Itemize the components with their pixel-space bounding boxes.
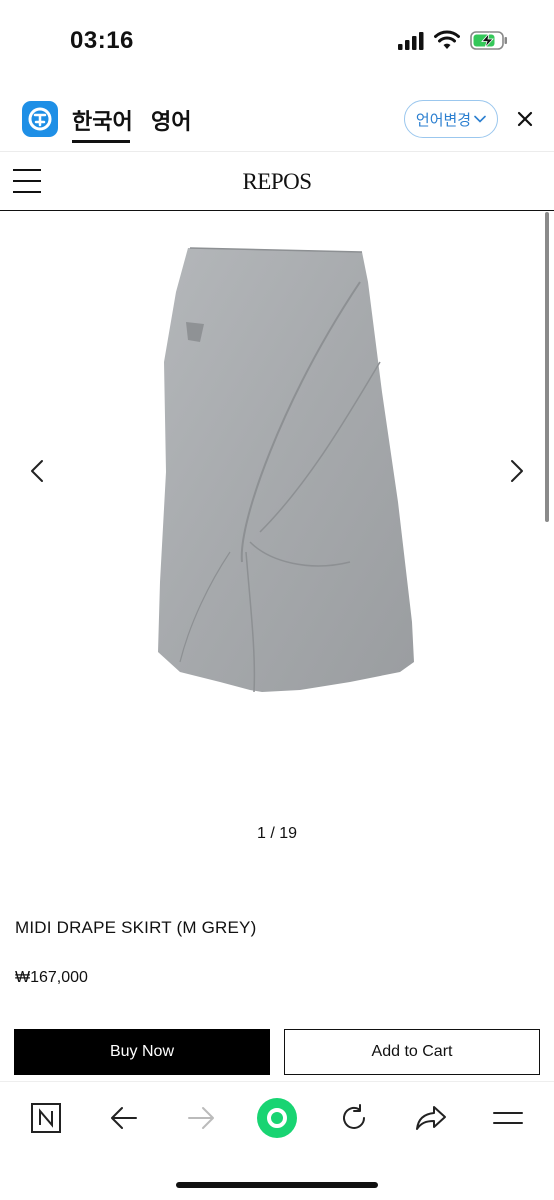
browser-toolbar — [0, 1081, 554, 1200]
battery-charging-icon — [470, 31, 507, 50]
image-counter: 1 / 19 — [256, 825, 298, 842]
reload-icon[interactable] — [334, 1098, 374, 1138]
n-square-icon[interactable] — [26, 1098, 66, 1138]
next-image-arrow-icon[interactable] — [506, 458, 528, 484]
previous-image-arrow-icon[interactable] — [26, 458, 48, 484]
tab-korean[interactable]: 한국어 — [72, 104, 133, 136]
status-time: 03:16 — [70, 27, 134, 54]
site-header: REPOS — [0, 153, 554, 211]
add-to-cart-button[interactable]: Add to Cart — [284, 1029, 540, 1075]
product-gallery[interactable] — [0, 212, 554, 812]
share-icon[interactable] — [411, 1098, 451, 1138]
brand-logo[interactable]: REPOS — [0, 169, 554, 195]
active-tab-underline — [72, 140, 130, 143]
translation-bar: 한국어 영어 언어변경 — [0, 84, 554, 152]
menu-icon[interactable] — [488, 1098, 528, 1138]
back-arrow-icon[interactable] — [104, 1098, 144, 1138]
status-bar: 03:16 — [0, 0, 554, 84]
chevron-down-icon — [474, 115, 486, 123]
scrollbar[interactable] — [545, 212, 549, 522]
cellular-signal-icon — [398, 32, 424, 50]
product-image-skirt — [158, 247, 414, 693]
home-indicator — [176, 1182, 378, 1188]
product-price: ₩167,000 — [15, 969, 88, 986]
change-language-button[interactable]: 언어변경 — [404, 100, 498, 138]
forward-arrow-icon[interactable] — [181, 1098, 221, 1138]
close-icon[interactable] — [512, 106, 538, 132]
tab-english[interactable]: 영어 — [151, 104, 191, 136]
buy-now-button[interactable]: Buy Now — [14, 1029, 270, 1075]
translate-logo-icon — [28, 107, 52, 131]
translator-app-logo — [22, 101, 58, 137]
change-language-label: 언어변경 — [415, 111, 472, 129]
product-title: MIDI DRAPE SKIRT (M GREY) — [15, 918, 257, 937]
wifi-icon — [434, 30, 460, 49]
green-circle-icon[interactable] — [256, 1097, 298, 1139]
